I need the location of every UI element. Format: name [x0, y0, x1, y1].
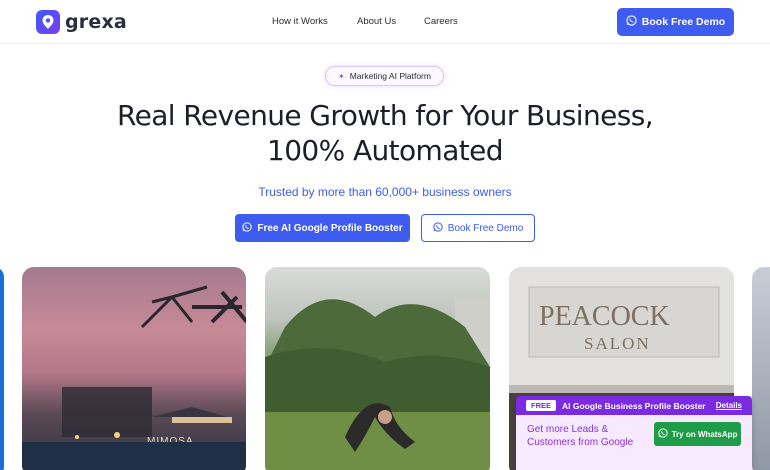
- trusted-text: Trusted by more than 60,000+ business ow…: [258, 185, 512, 199]
- salon-sign-line-2: SALON: [584, 334, 651, 353]
- showcase-card-resort: MIMOSA: [22, 267, 246, 470]
- showcase-card-yoga: [265, 267, 490, 470]
- hero-headline: Real Revenue Growth for Your Business, 1…: [0, 98, 770, 168]
- book-demo-button[interactable]: Book Free Demo: [617, 8, 734, 36]
- whatsapp-icon: [242, 221, 253, 235]
- nav-careers[interactable]: Careers: [424, 16, 474, 27]
- resort-scene: MIMOSA: [22, 285, 246, 470]
- details-link[interactable]: Details: [716, 401, 742, 410]
- booster-title: AI Google Business Profile Booster: [562, 400, 706, 411]
- headline-line-2: 100% Automated: [267, 134, 504, 167]
- book-demo-label: Book Free Demo: [641, 16, 726, 28]
- booster-line-1: Get more Leads &: [527, 424, 609, 435]
- booster-description: Get more Leads & Customers from Google: [527, 423, 633, 449]
- hero-book-demo-button[interactable]: Book Free Demo: [421, 214, 535, 242]
- booster-banner-body: Get more Leads & Customers from Google T…: [516, 415, 752, 470]
- headline-line-1: Real Revenue Growth for Your Business,: [117, 99, 654, 132]
- whatsapp-icon: [433, 221, 443, 235]
- whatsapp-icon: [657, 428, 668, 440]
- booster-banner[interactable]: FREE AI Google Business Profile Booster …: [516, 396, 752, 470]
- logo[interactable]: grexa: [36, 10, 127, 34]
- try-on-whatsapp-button[interactable]: Try on WhatsApp: [654, 422, 741, 446]
- logo-mark-icon: [36, 10, 60, 34]
- try-on-whatsapp-label: Try on WhatsApp: [671, 429, 738, 439]
- profile-booster-label: Free AI Google Profile Booster: [257, 222, 403, 234]
- sparkle-icon: ✦: [338, 71, 345, 81]
- whatsapp-icon: [626, 15, 637, 29]
- free-badge: FREE: [526, 400, 557, 411]
- platform-pill-label: Marketing AI Platform: [349, 71, 431, 81]
- nav-how-it-works[interactable]: How it Works: [272, 16, 342, 27]
- card-edge-left: [0, 267, 4, 470]
- booster-line-2: Customers from Google: [527, 437, 634, 448]
- platform-pill: ✦ Marketing AI Platform: [325, 66, 444, 86]
- site-header: grexa How it Works About Us Careers Book…: [0, 0, 770, 44]
- nav-about-us[interactable]: About Us: [357, 16, 417, 27]
- card-edge-right: [752, 267, 770, 470]
- yoga-scene: [265, 297, 490, 470]
- logo-text: grexa: [65, 11, 127, 33]
- booster-banner-header: FREE AI Google Business Profile Booster …: [516, 396, 752, 415]
- profile-booster-button[interactable]: Free AI Google Profile Booster: [235, 214, 410, 242]
- hero-book-demo-label: Book Free Demo: [447, 222, 524, 234]
- salon-sign-line-1: PEACOCK: [539, 301, 670, 332]
